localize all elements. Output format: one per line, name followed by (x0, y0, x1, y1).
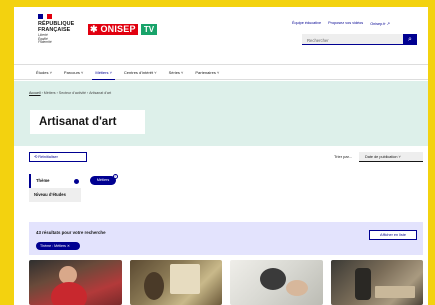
active-filter-tag[interactable]: Thème : Métiers ✕ (36, 242, 80, 250)
motto: Liberté Égalité Fraternité (38, 33, 52, 45)
workshop-shape (169, 264, 200, 294)
france-flag-logo (38, 14, 53, 19)
breadcrumb: Accueil › Métiers › Secteur d'activité ›… (29, 91, 112, 95)
link-proposez-videos[interactable]: Proposez vos vidéos (328, 21, 363, 26)
facet-niveau-label: Niveau d'études (34, 192, 66, 197)
video-card[interactable] (129, 260, 222, 305)
results-count: 43 résultats pour votre recherche (36, 230, 106, 235)
page-title: Artisanat d'art (30, 110, 145, 134)
top-links: Équipe éducative Proposez vos vidéos Oni… (292, 21, 390, 26)
breadcrumb-current: Artisanat d'art (89, 91, 112, 95)
onisep-logo[interactable]: ✱ ONISEP (88, 24, 138, 35)
nav-item-etudes[interactable]: Études ˅ (33, 65, 55, 80)
link-onisep-fr[interactable]: Onisep.fr ↗ (370, 21, 390, 26)
results-bar: 43 résultats pour votre recherche Thème … (29, 222, 423, 255)
main-nav: Études ˅ Parcours ˅ Métiers ˅ Centres d'… (14, 64, 428, 80)
person-shape (51, 282, 87, 305)
list-view-button[interactable]: Afficher en liste (369, 230, 417, 240)
nav-item-parcours[interactable]: Parcours ˅ (61, 65, 86, 80)
video-grid (29, 260, 423, 305)
facet-list: Thème Niveau d'études (29, 174, 81, 212)
nav-item-metiers[interactable]: Métiers ˅ (92, 65, 115, 80)
chip-check-icon: ✓ (113, 174, 118, 179)
sort-label: Trier par... (334, 154, 353, 159)
tv-logo[interactable]: TV (141, 24, 157, 35)
link-equipe-educative[interactable]: Équipe éducative (292, 21, 321, 26)
search-icon[interactable]: ⌕ (403, 34, 417, 45)
page: RÉPUBLIQUE FRANÇAISE Liberté Égalité Fra… (14, 7, 428, 305)
hand-shape (286, 280, 308, 296)
video-card[interactable] (29, 260, 122, 305)
tool-shape (260, 268, 286, 290)
facet-theme[interactable]: Thème (29, 174, 81, 188)
facet-niveau-etudes[interactable]: Niveau d'études (29, 188, 81, 202)
breadcrumb-metiers[interactable]: Métiers (44, 91, 56, 95)
reset-button[interactable]: ⟲ Réinitialiser (29, 152, 87, 162)
person-shape (143, 272, 164, 300)
nav-item-partenaires[interactable]: Partenaires ˅ (192, 65, 222, 80)
facet-theme-label: Thème (36, 178, 50, 183)
header: RÉPUBLIQUE FRANÇAISE Liberté Égalité Fra… (14, 7, 428, 58)
nav-item-centres-interet[interactable]: Centres d'intérêt ˅ (121, 65, 160, 80)
person-shape (354, 268, 371, 300)
bench-shape (374, 286, 415, 298)
hero-banner: Accueil › Métiers › Secteur d'activité ›… (14, 81, 428, 146)
breadcrumb-home[interactable]: Accueil (29, 91, 41, 95)
filter-chip-metiers[interactable]: Métiers (90, 176, 116, 185)
facet-active-dot (74, 179, 79, 184)
video-card[interactable] (330, 260, 423, 305)
search-bar[interactable]: Rechercher ⌕ (302, 34, 417, 45)
republique-francaise-label: RÉPUBLIQUE FRANÇAISE (38, 21, 75, 33)
video-card[interactable] (230, 260, 323, 305)
search-input[interactable]: Rechercher (302, 34, 403, 44)
sort-select[interactable]: Date de publication ˅ (359, 152, 423, 162)
breadcrumb-secteur[interactable]: Secteur d'activité (59, 91, 86, 95)
nav-item-series[interactable]: Séries ˅ (166, 65, 187, 80)
